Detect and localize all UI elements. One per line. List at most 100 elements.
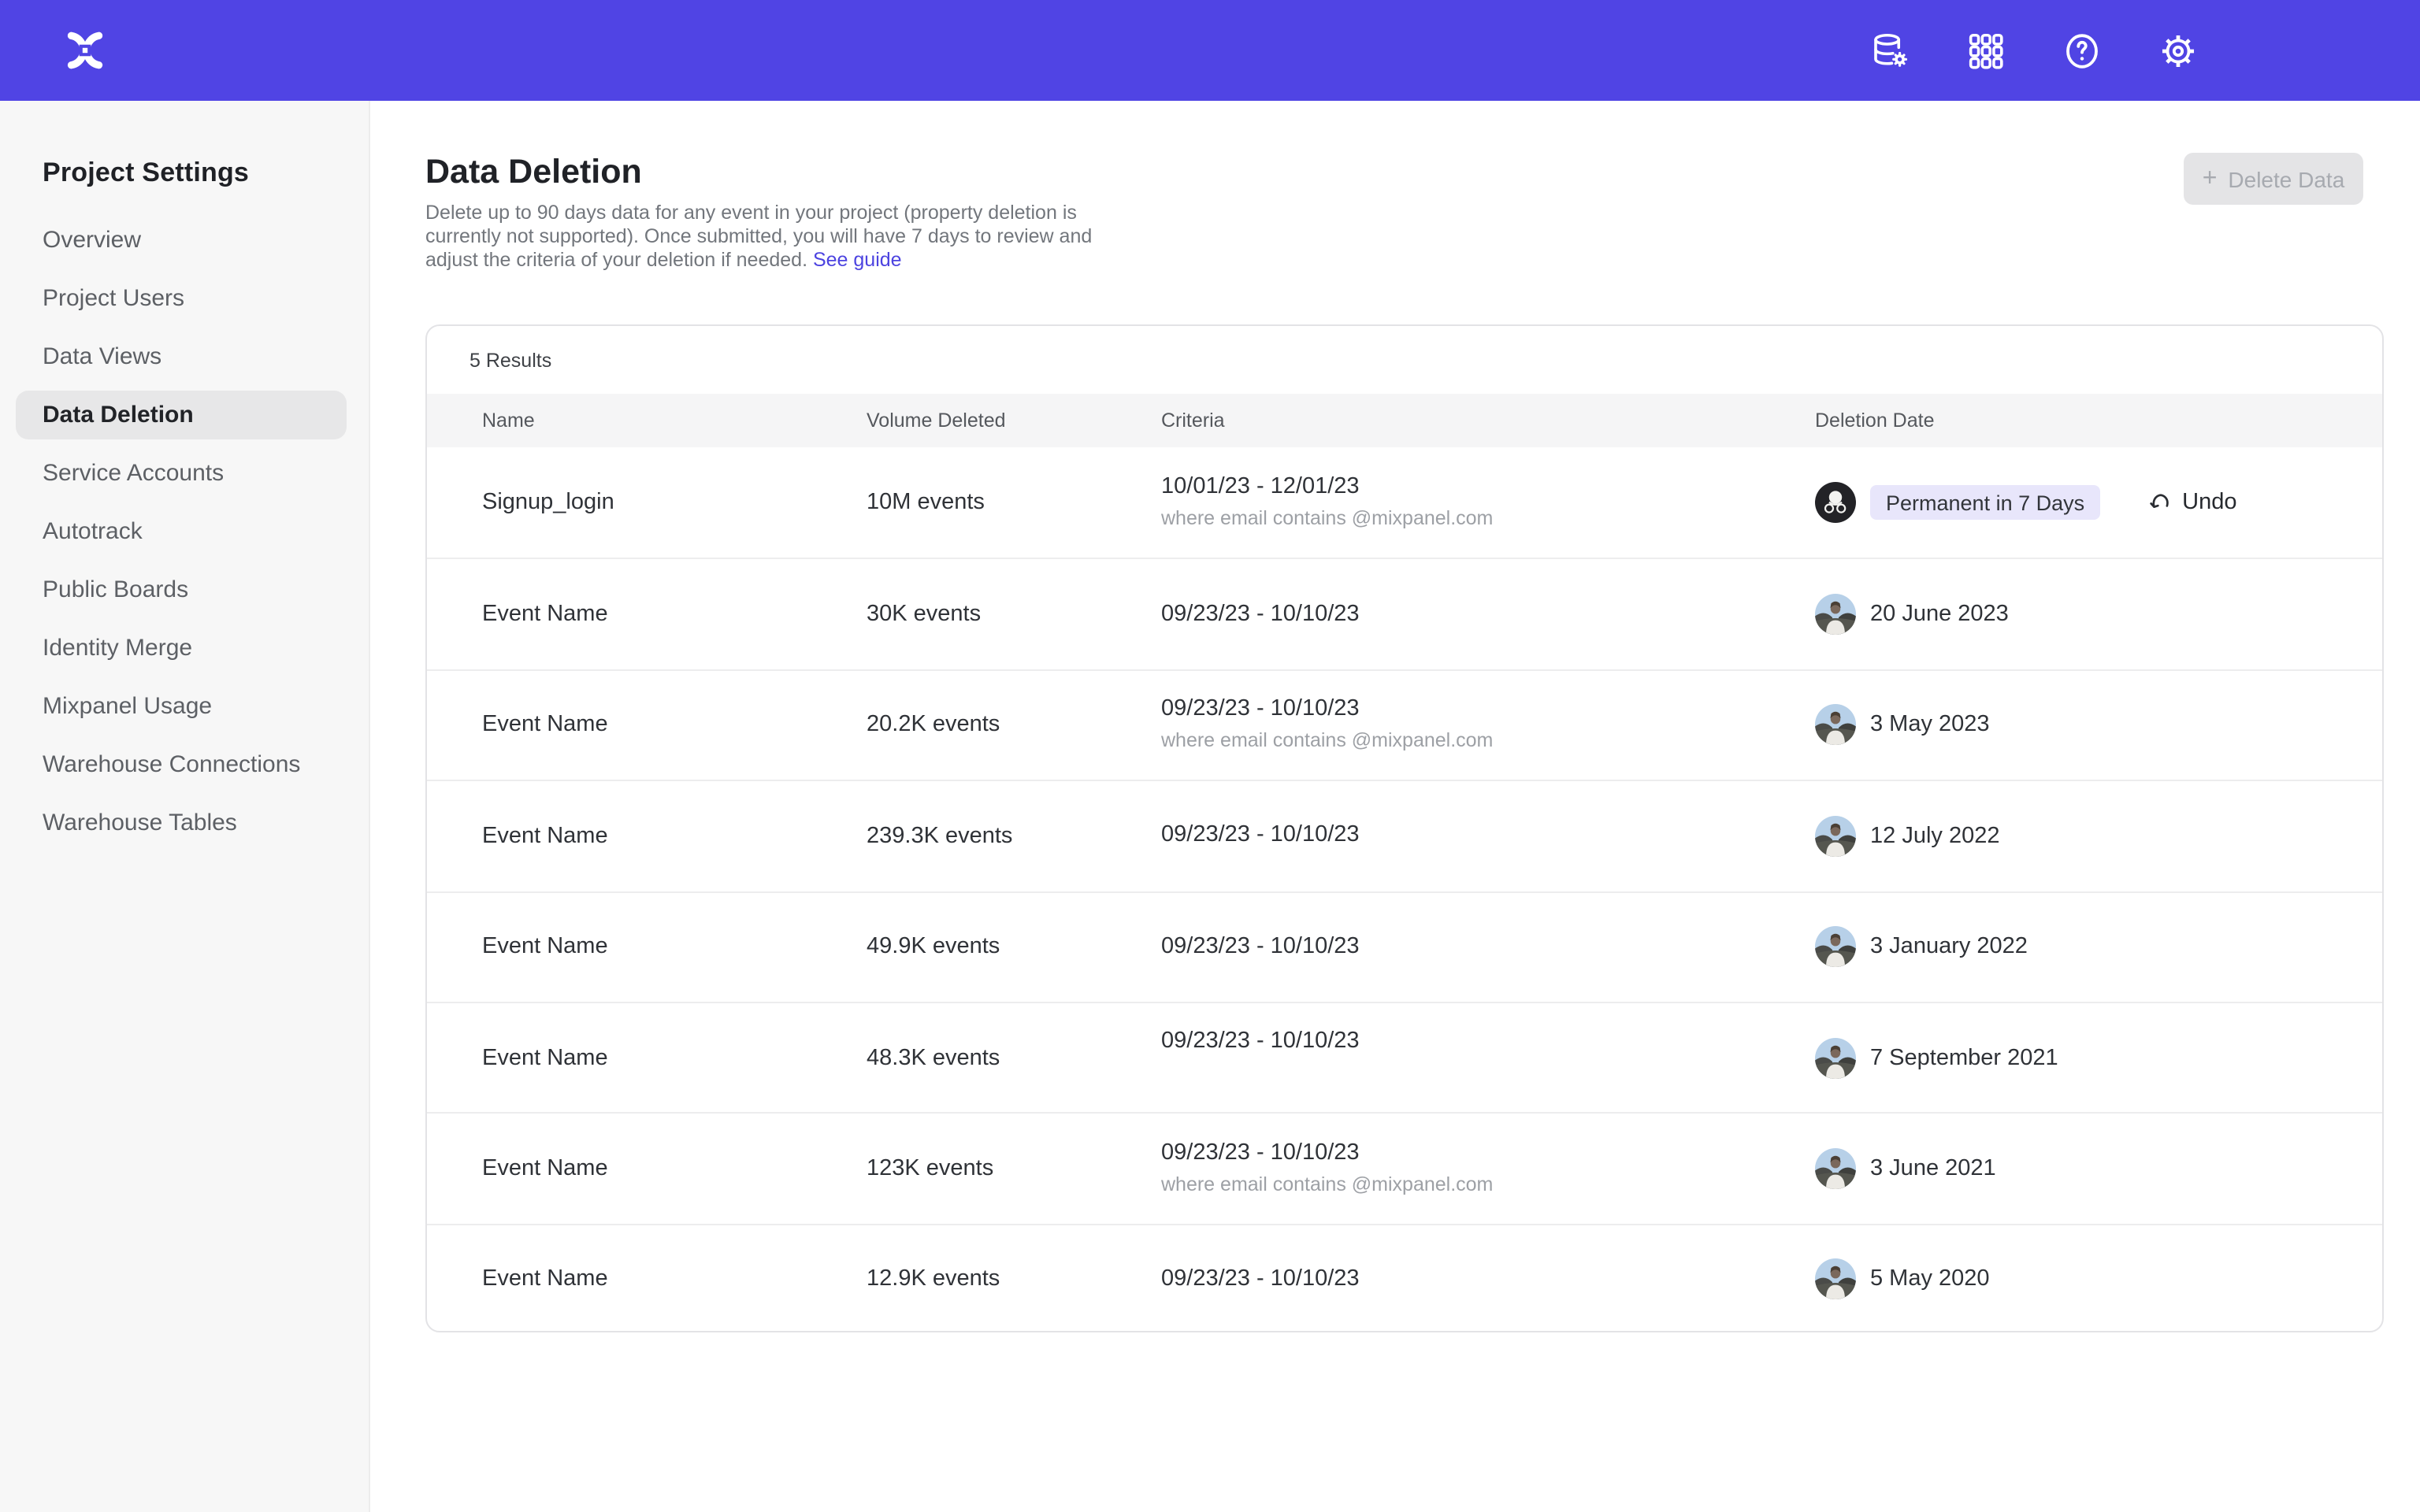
sidebar-item-overview[interactable]: Overview [0, 211, 369, 269]
sidebar-item-label: Warehouse Tables [43, 810, 237, 836]
user-photo-avatar [1815, 1259, 1856, 1300]
row-criteria: 09/23/23 - 10/10/23 [1161, 601, 1815, 628]
sidebar-item-service-accounts[interactable]: Service Accounts [0, 444, 369, 502]
main-content: Data Deletion Delete up to 90 days data … [370, 101, 2420, 1512]
plus-icon: + [2203, 166, 2218, 191]
deletions-table-card: 5 Results Name Volume Deleted Criteria D… [425, 324, 2384, 1332]
column-header-volume: Volume Deleted [867, 410, 1161, 432]
column-header-name: Name [482, 410, 867, 432]
table-body: Signup_login 10M events 10/01/23 - 12/01… [427, 447, 2382, 1332]
row-volume: 48.3K events [867, 1045, 1000, 1070]
see-guide-link[interactable]: See guide [813, 250, 902, 272]
sidebar-item-project-users[interactable]: Project Users [0, 269, 369, 328]
user-photo-avatar [1815, 1148, 1856, 1189]
row-deletion-date: 5 May 2020 [1870, 1267, 1990, 1292]
delete-data-button[interactable]: + Delete Data [2184, 153, 2363, 205]
page-description: Delete up to 90 days data for any event … [425, 202, 1128, 273]
results-count: 5 Results [427, 326, 2382, 394]
table-row: Event Name 49.9K events 09/23/23 - 10/10… [427, 891, 2382, 1002]
sidebar-item-label: Data Views [43, 343, 161, 370]
sidebar-item-warehouse-connections[interactable]: Warehouse Connections [0, 736, 369, 794]
table-row: Event Name 48.3K events 09/23/23 - 10/10… [427, 1002, 2382, 1113]
row-deletion-date: 12 July 2022 [1870, 824, 1999, 849]
row-criteria: 09/23/23 - 10/10/23 [1161, 823, 1815, 850]
row-name: Event Name [482, 1156, 608, 1181]
illustrated-avatar [1815, 482, 1856, 523]
deleter-avatar [1815, 482, 1856, 523]
row-volume: 49.9K events [867, 935, 1000, 960]
permanence-badge: Permanent in 7 Days [1870, 485, 2100, 520]
row-volume: 12.9K events [867, 1267, 1000, 1292]
sidebar-item-mixpanel-usage[interactable]: Mixpanel Usage [0, 677, 369, 736]
user-photo-avatar [1815, 1037, 1856, 1078]
table-header-row: Name Volume Deleted Criteria Deletion Da… [427, 394, 2382, 447]
sidebar-item-identity-merge[interactable]: Identity Merge [0, 619, 369, 677]
sidebar-item-data-deletion[interactable]: Data Deletion [0, 386, 369, 444]
sidebar-item-label: Overview [43, 227, 141, 254]
row-deletion-date: 20 June 2023 [1870, 602, 2009, 627]
column-header-criteria: Criteria [1161, 410, 1815, 432]
topbar-icon-group [1869, 29, 2199, 72]
row-deletion-date: 3 June 2021 [1870, 1156, 1996, 1181]
page-title: Data Deletion [425, 153, 642, 192]
row-criteria: 09/23/23 - 10/10/23 [1161, 1140, 1815, 1167]
undo-button[interactable]: Undo [2147, 490, 2236, 515]
row-criteria-sub: where email contains @mixpanel.com [1161, 1172, 1815, 1197]
sidebar-item-label: Autotrack [43, 518, 143, 545]
app-window: Project Settings Overview Project Users Da… [0, 0, 2420, 1512]
row-volume: 123K events [867, 1156, 993, 1181]
table-row: Event Name 239.3K events 09/23/23 - 10/1… [427, 780, 2382, 891]
sidebar-item-label: Service Accounts [43, 460, 224, 487]
project-settings-sidebar: Project Settings Overview Project Users Da… [0, 101, 370, 1512]
user-photo-avatar [1815, 927, 1856, 968]
sidebar-item-label: Data Deletion [43, 402, 194, 428]
column-header-deletion-date: Deletion Date [1815, 410, 2382, 432]
mixpanel-logo[interactable] [63, 28, 107, 72]
row-volume: 239.3K events [867, 824, 1012, 849]
sidebar-item-label: Project Users [43, 285, 184, 312]
row-criteria: 09/23/23 - 10/10/23 [1161, 1266, 1815, 1293]
top-navigation-bar [0, 0, 2420, 101]
help-icon[interactable] [2061, 29, 2103, 72]
sidebar-item-label: Identity Merge [43, 635, 192, 662]
settings-gear-icon[interactable] [2157, 29, 2199, 72]
row-name: Event Name [482, 935, 608, 960]
sidebar-item-label: Mixpanel Usage [43, 693, 212, 720]
row-criteria-sub: where email contains @mixpanel.com [1161, 728, 1815, 754]
table-row: Event Name 123K events 09/23/23 - 10/10/… [427, 1113, 2382, 1224]
deleter-avatar [1815, 705, 1856, 746]
sidebar-item-label: Public Boards [43, 576, 188, 603]
row-deletion-date: 3 May 2023 [1870, 713, 1990, 738]
sidebar-heading: Project Settings [43, 158, 369, 189]
row-name: Event Name [482, 602, 608, 627]
apps-grid-icon[interactable] [1965, 29, 2007, 72]
row-name: Event Name [482, 1045, 608, 1070]
row-name: Event Name [482, 713, 608, 738]
row-volume: 30K events [867, 602, 981, 627]
sidebar-item-autotrack[interactable]: Autotrack [0, 502, 369, 561]
table-row: Signup_login 10M events 10/01/23 - 12/01… [427, 447, 2382, 558]
user-photo-avatar [1815, 816, 1856, 857]
row-criteria: 09/23/23 - 10/10/23 [1161, 1028, 1815, 1055]
row-name: Signup_login [482, 490, 614, 515]
deleter-avatar [1815, 1148, 1856, 1189]
deleter-avatar [1815, 1259, 1856, 1300]
row-criteria: 10/01/23 - 12/01/23 [1161, 474, 1815, 501]
delete-data-button-label: Delete Data [2228, 166, 2344, 191]
deleter-avatar [1815, 927, 1856, 968]
data-management-icon[interactable] [1869, 29, 1911, 72]
row-criteria: 09/23/23 - 10/10/23 [1161, 934, 1815, 961]
undo-arrow-icon [2147, 490, 2173, 515]
table-row: Event Name 12.9K events 09/23/23 - 10/10… [427, 1223, 2382, 1332]
sidebar-item-public-boards[interactable]: Public Boards [0, 561, 369, 619]
deleter-avatar [1815, 816, 1856, 857]
table-row: Event Name 30K events 09/23/23 - 10/10/2… [427, 558, 2382, 669]
row-criteria-sub: where email contains @mixpanel.com [1161, 506, 1815, 531]
sidebar-item-warehouse-tables[interactable]: Warehouse Tables [0, 794, 369, 852]
user-photo-avatar [1815, 594, 1856, 635]
sidebar-item-data-views[interactable]: Data Views [0, 328, 369, 386]
sidebar-nav-list: Overview Project Users Data Views Data Dele… [0, 211, 369, 852]
page-description-text: Delete up to 90 days data for any event … [425, 202, 1092, 272]
row-name: Event Name [482, 824, 608, 849]
deleter-avatar [1815, 1037, 1856, 1078]
